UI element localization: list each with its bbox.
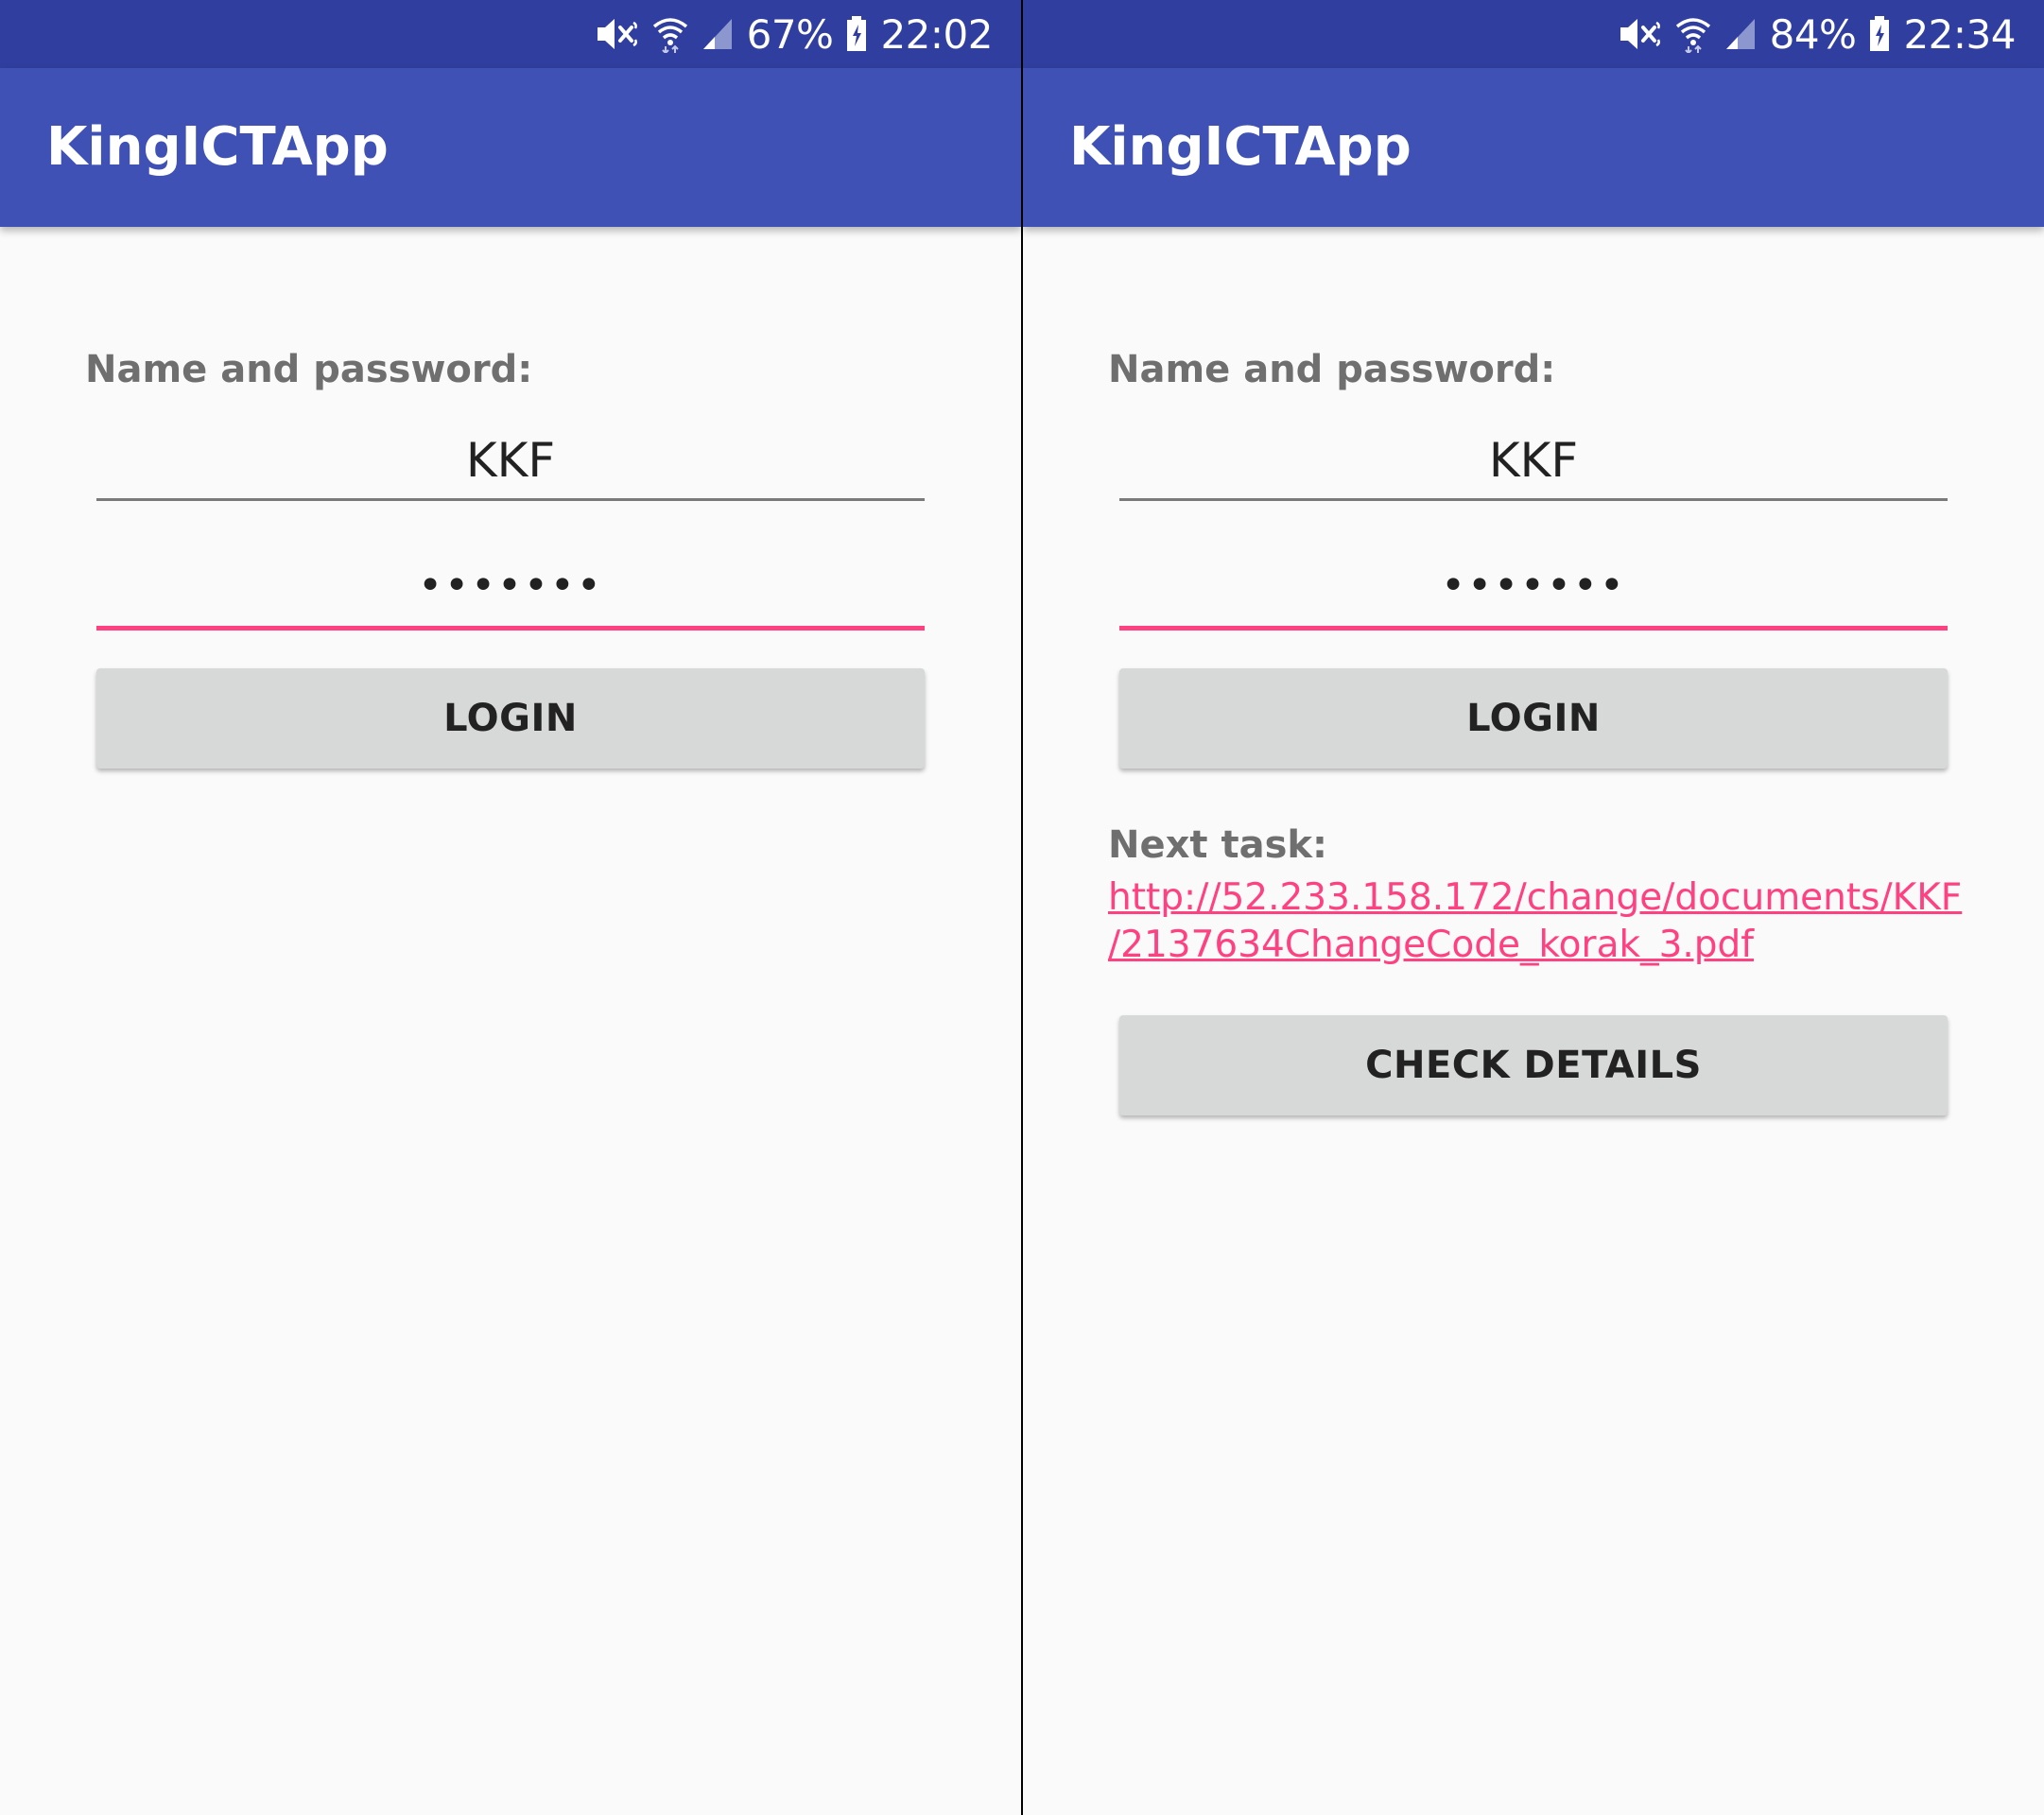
next-task-label: Next task: <box>1108 823 1327 867</box>
password-input[interactable]: ••••••• <box>96 558 925 631</box>
next-task-link[interactable]: http://52.233.158.172/change/documents/K… <box>1108 874 1962 969</box>
name-input[interactable]: KKF <box>1119 430 1948 501</box>
status-bar: 67% 22:02 <box>0 0 1021 68</box>
app-title: KingICTApp <box>46 116 389 178</box>
mute-icon <box>596 15 639 53</box>
next-task-link-line2[interactable]: /2137634ChangeCode_korak_3.pdf <box>1108 922 1959 969</box>
login-button[interactable]: LOGIN <box>1119 668 1948 769</box>
status-time: 22:02 <box>880 10 993 58</box>
login-screen-left: 67% 22:02 KingICTApp Name and password: … <box>0 0 1021 1815</box>
signal-icon <box>1724 17 1757 51</box>
status-icons: 84% 22:34 <box>1605 0 2016 68</box>
name-input[interactable]: KKF <box>96 430 925 501</box>
status-time: 22:34 <box>1903 10 2016 58</box>
login-button[interactable]: LOGIN <box>96 668 925 769</box>
login-screen-right: 84% 22:34 KingICTApp Name and password: … <box>1023 0 2044 1815</box>
status-icons: 67% 22:02 <box>582 0 993 68</box>
app-bar: KingICTApp <box>1023 68 2044 227</box>
name-password-label: Name and password: <box>85 348 533 391</box>
signal-icon <box>702 17 734 51</box>
check-details-button[interactable]: CHECK DETAILS <box>1119 1015 1948 1115</box>
battery-icon <box>846 16 867 52</box>
battery-percent: 84% <box>1769 10 1857 58</box>
next-task-link-line1[interactable]: http://52.233.158.172/change/documents/K… <box>1108 874 1962 922</box>
wifi-icon <box>1675 15 1711 53</box>
app-title: KingICTApp <box>1069 116 1412 178</box>
password-input[interactable]: ••••••• <box>1119 558 1948 631</box>
battery-percent: 67% <box>746 10 834 58</box>
mute-icon <box>1619 15 1662 53</box>
name-password-label: Name and password: <box>1108 348 1556 391</box>
battery-icon <box>1869 16 1890 52</box>
status-bar: 84% 22:34 <box>1023 0 2044 68</box>
wifi-icon <box>652 15 688 53</box>
app-bar: KingICTApp <box>0 68 1021 227</box>
